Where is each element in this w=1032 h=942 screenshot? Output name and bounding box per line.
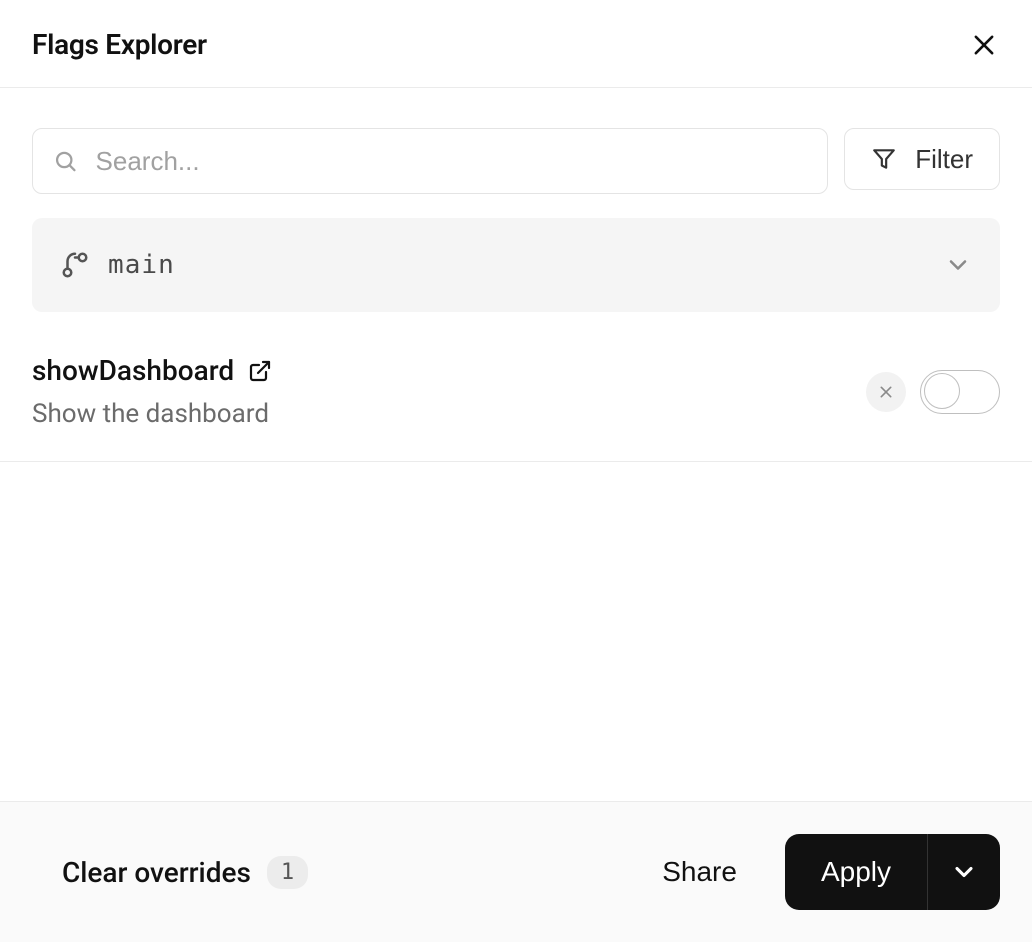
search-input[interactable]: [96, 146, 808, 177]
flag-description: Show the dashboard: [32, 399, 272, 429]
header: Flags Explorer: [0, 0, 1032, 88]
flag-item: showDashboard Show the dashboard: [0, 354, 1032, 461]
external-link-icon: [248, 359, 272, 383]
footer-right: Share Apply: [662, 834, 1000, 910]
flag-controls: [866, 370, 1000, 414]
search-icon: [53, 148, 78, 174]
share-button[interactable]: Share: [662, 856, 737, 888]
filter-icon: [871, 146, 897, 172]
branch-name: main: [108, 250, 175, 280]
flag-name: showDashboard: [32, 354, 234, 387]
chevron-down-icon: [944, 251, 972, 279]
clear-override-button[interactable]: [866, 372, 906, 412]
branch-selector[interactable]: main: [32, 218, 1000, 312]
filter-button[interactable]: Filter: [844, 128, 1000, 190]
toggle-knob: [924, 373, 960, 409]
clear-overrides-label: Clear overrides: [62, 856, 251, 889]
flag-info: showDashboard Show the dashboard: [32, 354, 272, 429]
flag-toggle[interactable]: [920, 370, 1000, 414]
override-count-badge: 1: [267, 856, 308, 889]
branch-left: main: [60, 250, 175, 280]
apply-more-button[interactable]: [928, 834, 1000, 910]
page-title: Flags Explorer: [32, 28, 207, 61]
apply-button-group: Apply: [785, 834, 1000, 910]
filter-label: Filter: [915, 144, 973, 175]
apply-button[interactable]: Apply: [785, 834, 928, 910]
close-button[interactable]: [968, 29, 1000, 61]
close-icon: [970, 31, 998, 59]
git-branch-icon: [60, 250, 90, 280]
x-icon: [878, 384, 894, 400]
clear-overrides-button[interactable]: Clear overrides 1: [62, 856, 308, 889]
chevron-down-icon: [950, 858, 978, 886]
flag-list: showDashboard Show the dashboard: [0, 354, 1032, 462]
footer: Clear overrides 1 Share Apply: [0, 801, 1032, 942]
flag-title-row: showDashboard: [32, 354, 272, 387]
external-link-button[interactable]: [248, 359, 272, 383]
content: Filter main showDashboard Show the dashb…: [0, 88, 1032, 801]
controls: Filter main: [0, 88, 1032, 312]
search-box[interactable]: [32, 128, 828, 194]
search-row: Filter: [32, 128, 1000, 194]
